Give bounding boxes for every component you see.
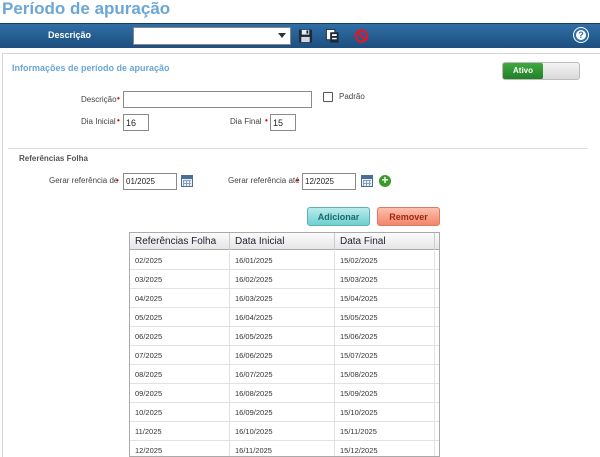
table-cell: 06/2025 [130, 327, 230, 345]
column-header[interactable]: Data Inicial [230, 233, 335, 250]
table-cell: 15/07/2025 [335, 346, 435, 364]
toolbar: Descrição ? [0, 23, 600, 48]
table-cell: 15/09/2025 [335, 384, 435, 402]
required-mark: • [296, 176, 299, 185]
table-row[interactable]: 09/2025 16/08/2025 15/09/2025 [130, 384, 439, 403]
table-cell: 15/05/2025 [335, 308, 435, 326]
calendar-icon[interactable] [181, 175, 193, 187]
table-cell: 10/2025 [130, 403, 230, 421]
table-row[interactable]: 11/2025 16/10/2025 15/11/2025 [130, 422, 439, 441]
table-row[interactable]: 12/2025 16/11/2025 15/12/2025 [130, 441, 439, 456]
references-table: Referências Folha Data Inicial Data Fina… [129, 232, 440, 457]
save-icon[interactable] [298, 28, 313, 44]
calendar-icon[interactable] [361, 175, 373, 187]
table-cell: 16/09/2025 [230, 403, 335, 421]
remove-button[interactable]: Remover [377, 207, 440, 226]
gerar-de-input[interactable]: 01/2025 [123, 173, 177, 190]
add-button[interactable]: Adicionar [307, 207, 370, 226]
table-row[interactable]: 08/2025 16/07/2025 15/08/2025 [130, 365, 439, 384]
cancel-icon[interactable] [354, 28, 369, 44]
section-info-title: Informações de período de apuração [12, 63, 170, 73]
table-header: Referências Folha Data Inicial Data Fina… [130, 233, 439, 250]
table-row[interactable]: 03/2025 16/02/2025 15/03/2025 [130, 270, 439, 289]
table-row[interactable]: 02/2025 16/01/2025 15/02/2025 [130, 251, 439, 270]
table-cell: 07/2025 [130, 346, 230, 364]
table-cell: 02/2025 [130, 251, 230, 269]
column-header[interactable]: Data Final [335, 233, 435, 250]
table-cell: 15/11/2025 [335, 422, 435, 440]
table-cell: 03/2025 [130, 270, 230, 288]
table-cell: 15/10/2025 [335, 403, 435, 421]
chevron-down-icon[interactable] [278, 33, 286, 38]
table-cell: 05/2025 [130, 308, 230, 326]
table-row[interactable]: 10/2025 16/09/2025 15/10/2025 [130, 403, 439, 422]
dia-final-input[interactable]: 15 [270, 114, 296, 131]
table-cell: 16/06/2025 [230, 346, 335, 364]
table-cell: 11/2025 [130, 422, 230, 440]
dia-inicial-input[interactable]: 16 [123, 114, 149, 131]
required-mark: • [117, 94, 120, 103]
table-cell: 15/06/2025 [335, 327, 435, 345]
gerar-ate-label: Gerar referência até [228, 176, 300, 185]
table-cell: 15/04/2025 [335, 289, 435, 307]
section-divider [8, 148, 588, 149]
status-toggle[interactable]: Ativo [502, 62, 580, 80]
padrao-checkbox[interactable] [323, 92, 333, 102]
gerar-de-label: Gerar referência de [49, 176, 119, 185]
table-row[interactable]: 06/2025 16/05/2025 15/06/2025 [130, 327, 439, 346]
column-header[interactable]: Referências Folha [130, 233, 230, 250]
table-cell: 16/05/2025 [230, 327, 335, 345]
padrao-label: Padrão [339, 92, 365, 101]
table-cell: 16/03/2025 [230, 289, 335, 307]
table-cell: 15/12/2025 [335, 441, 435, 456]
dia-final-label: Dia Final [230, 117, 262, 126]
table-cell: 09/2025 [130, 384, 230, 402]
table-cell: 16/02/2025 [230, 270, 335, 288]
table-cell: 16/11/2025 [230, 441, 335, 456]
toolbar-label: Descrição [48, 30, 92, 40]
descricao-label: Descrição [81, 95, 117, 104]
table-row[interactable]: 04/2025 16/03/2025 15/04/2025 [130, 289, 439, 308]
add-icon[interactable]: + [379, 174, 391, 187]
required-mark: • [265, 116, 268, 125]
required-mark: • [116, 176, 119, 185]
copy-icon[interactable] [325, 28, 340, 44]
status-toggle-label: Ativo [503, 63, 543, 79]
table-cell: 12/2025 [130, 441, 230, 456]
gerar-ate-input[interactable]: 12/2025 [302, 173, 356, 190]
help-icon[interactable]: ? [574, 28, 588, 42]
table-cell: 16/08/2025 [230, 384, 335, 402]
table-cell: 15/03/2025 [335, 270, 435, 288]
table-cell: 16/10/2025 [230, 422, 335, 440]
section-ref-title: Referências Folha [19, 154, 88, 163]
dia-inicial-label: Dia Inicial [81, 117, 116, 126]
table-cell: 16/07/2025 [230, 365, 335, 383]
table-cell: 16/01/2025 [230, 251, 335, 269]
table-cell: 16/04/2025 [230, 308, 335, 326]
descricao-combo[interactable] [133, 27, 291, 45]
table-cell: 08/2025 [130, 365, 230, 383]
required-mark: • [117, 116, 120, 125]
table-row[interactable]: 05/2025 16/04/2025 15/05/2025 [130, 308, 439, 327]
page-title: Período de apuração [2, 0, 171, 18]
table-row[interactable]: 07/2025 16/06/2025 15/07/2025 [130, 346, 439, 365]
table-cell: 15/08/2025 [335, 365, 435, 383]
descricao-input[interactable] [123, 91, 312, 108]
table-cell: 15/02/2025 [335, 251, 435, 269]
table-cell: 04/2025 [130, 289, 230, 307]
